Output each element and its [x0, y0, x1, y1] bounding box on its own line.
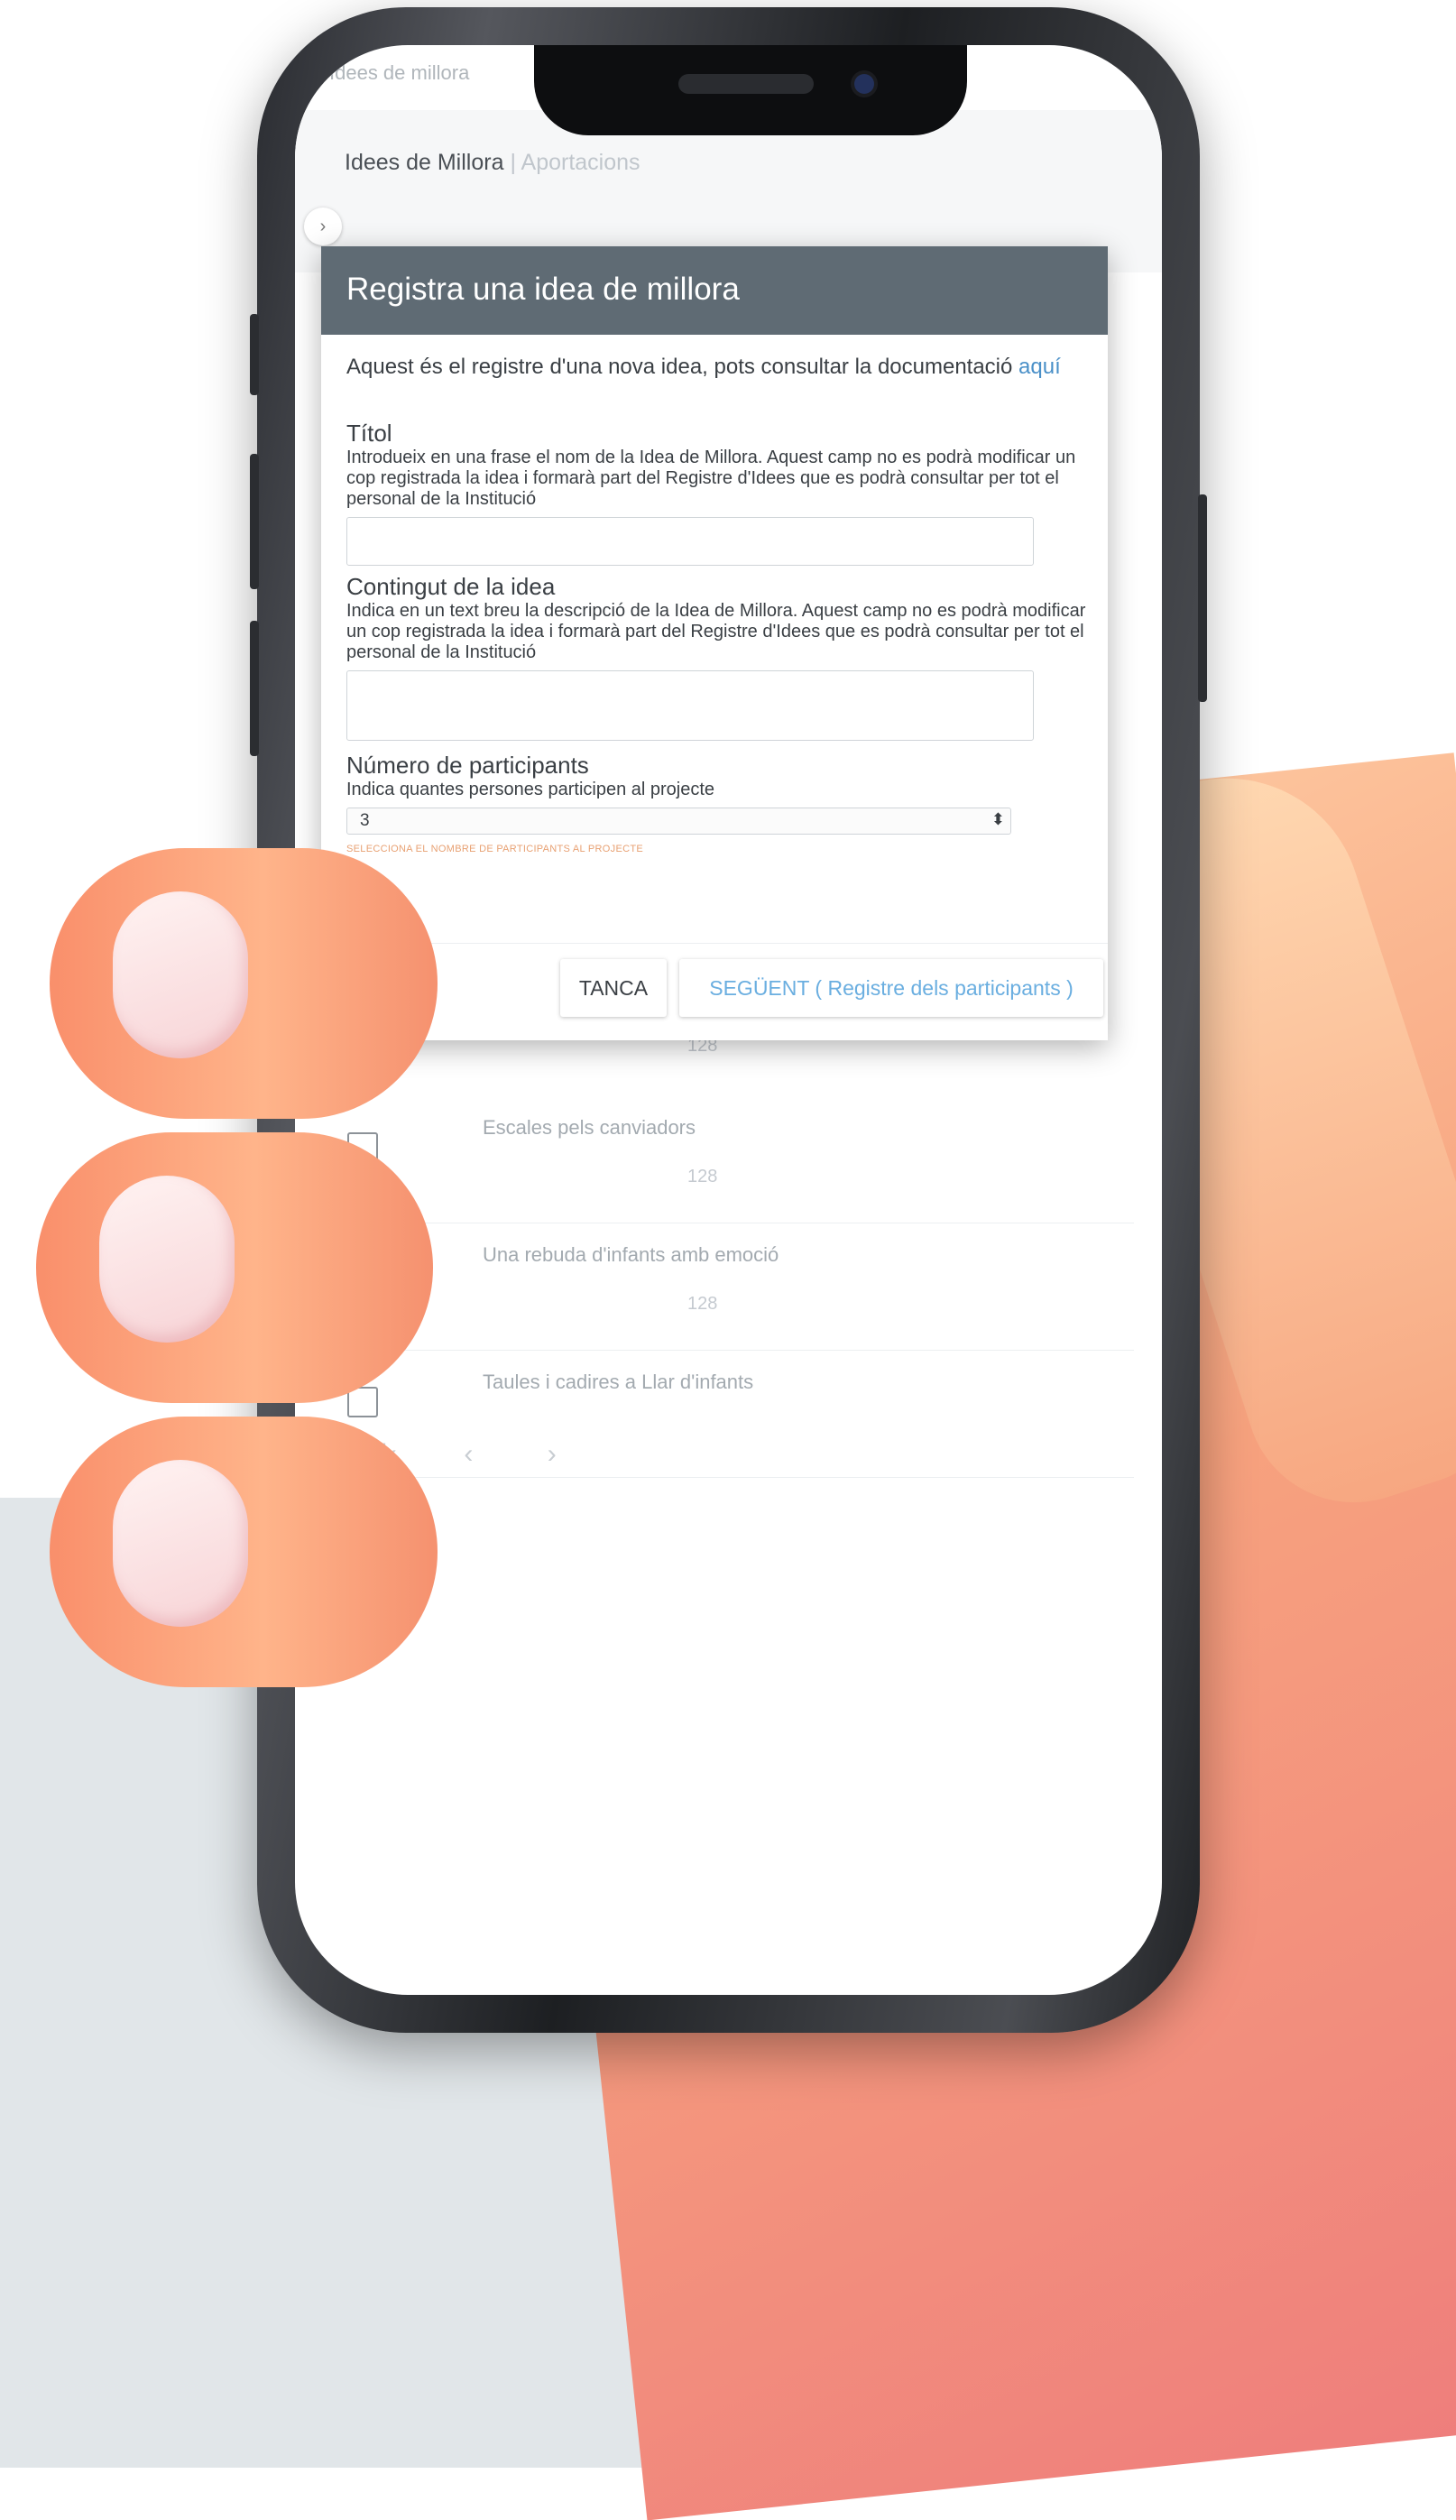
content-textarea[interactable]: [346, 670, 1034, 741]
row-checkbox[interactable]: [347, 1132, 378, 1163]
phone-power-button: [1198, 494, 1207, 702]
phone-screen: Idees de millora Idees de Millora | Apor…: [295, 45, 1162, 1995]
ideas-list: Escales pels canviadors 128 Una rebuda d…: [313, 1096, 1134, 1478]
row-checkbox[interactable]: [347, 1260, 378, 1290]
fingernail: [113, 891, 248, 1058]
list-item-title: Taules i cadires a Llar d'infants: [483, 1371, 754, 1393]
participants-selected-value: 3: [360, 811, 370, 830]
modal-title: Registra una idea de millora: [346, 272, 740, 307]
first-page-icon[interactable]: |‹: [381, 1439, 456, 1470]
fingernail: [99, 1176, 235, 1343]
phone-volume-down: [250, 621, 259, 756]
participants-help: Indica quantes persones participen al pr…: [346, 780, 715, 799]
register-idea-modal: Registra una idea de millora Aquest és e…: [321, 246, 1108, 1040]
modal-body: Aquest és el registre d'una nova idea, p…: [346, 355, 1086, 854]
list-item[interactable]: Una rebuda d'infants amb emoció 128: [313, 1223, 1134, 1351]
breadcrumb-main[interactable]: Idees de Millora: [345, 150, 503, 175]
speaker-grille: [678, 74, 814, 94]
next-button[interactable]: SEGÜENT ( Registre dels participants ): [679, 959, 1103, 1017]
phone-notch: [534, 45, 967, 135]
list-item-title: Escales pels canviadors: [483, 1116, 696, 1139]
pagination: |‹ ‹ ›: [381, 1439, 623, 1470]
title-input[interactable]: [346, 517, 1034, 566]
sidebar-toggle-button[interactable]: ›: [304, 208, 342, 245]
content-label: Contingut de la idea: [346, 573, 556, 600]
content-help: Indica en un text breu la descripció de …: [346, 601, 1086, 662]
breadcrumb: Idees de Millora | Aportacions: [345, 150, 640, 176]
phone-silent-switch: [250, 314, 259, 395]
modal-intro: Aquest és el registre d'una nova idea, p…: [346, 355, 1086, 380]
list-item-title: Una rebuda d'infants amb emoció: [483, 1243, 779, 1266]
breadcrumb-sub[interactable]: Aportacions: [521, 150, 640, 175]
select-arrows-icon: ⬍: [991, 810, 1005, 828]
title-label: Títol: [346, 420, 392, 447]
close-button[interactable]: TANCA: [560, 959, 667, 1017]
modal-footer-divider: [321, 943, 1108, 944]
list-item[interactable]: Escales pels canviadors 128: [313, 1096, 1134, 1223]
phone-frame: Idees de millora Idees de Millora | Apor…: [250, 7, 1207, 2033]
participants-hint: SELECCIONA EL NOMBRE DE PARTICIPANTS AL …: [346, 844, 643, 854]
participants-label: Número de participants: [346, 752, 589, 779]
breadcrumb-separator: |: [510, 150, 516, 175]
chevron-right-icon: ›: [319, 216, 327, 236]
row-checkbox[interactable]: [347, 1387, 378, 1417]
title-help: Introdueix en una frase el nom de la Ide…: [346, 448, 1076, 509]
modal-intro-text: Aquest és el registre d'una nova idea, p…: [346, 355, 1013, 379]
next-page-icon[interactable]: ›: [548, 1439, 623, 1470]
app-status-title: Idees de millora: [329, 61, 470, 84]
documentation-link[interactable]: aquí: [1018, 355, 1061, 379]
phone-volume-up: [250, 454, 259, 589]
list-item-count: 128: [687, 1167, 718, 1186]
participants-select[interactable]: 3 ⬍: [346, 808, 1011, 835]
front-camera-icon: [854, 74, 874, 94]
list-item-count: 128: [687, 1294, 718, 1314]
prev-page-icon[interactable]: ‹: [464, 1439, 539, 1470]
